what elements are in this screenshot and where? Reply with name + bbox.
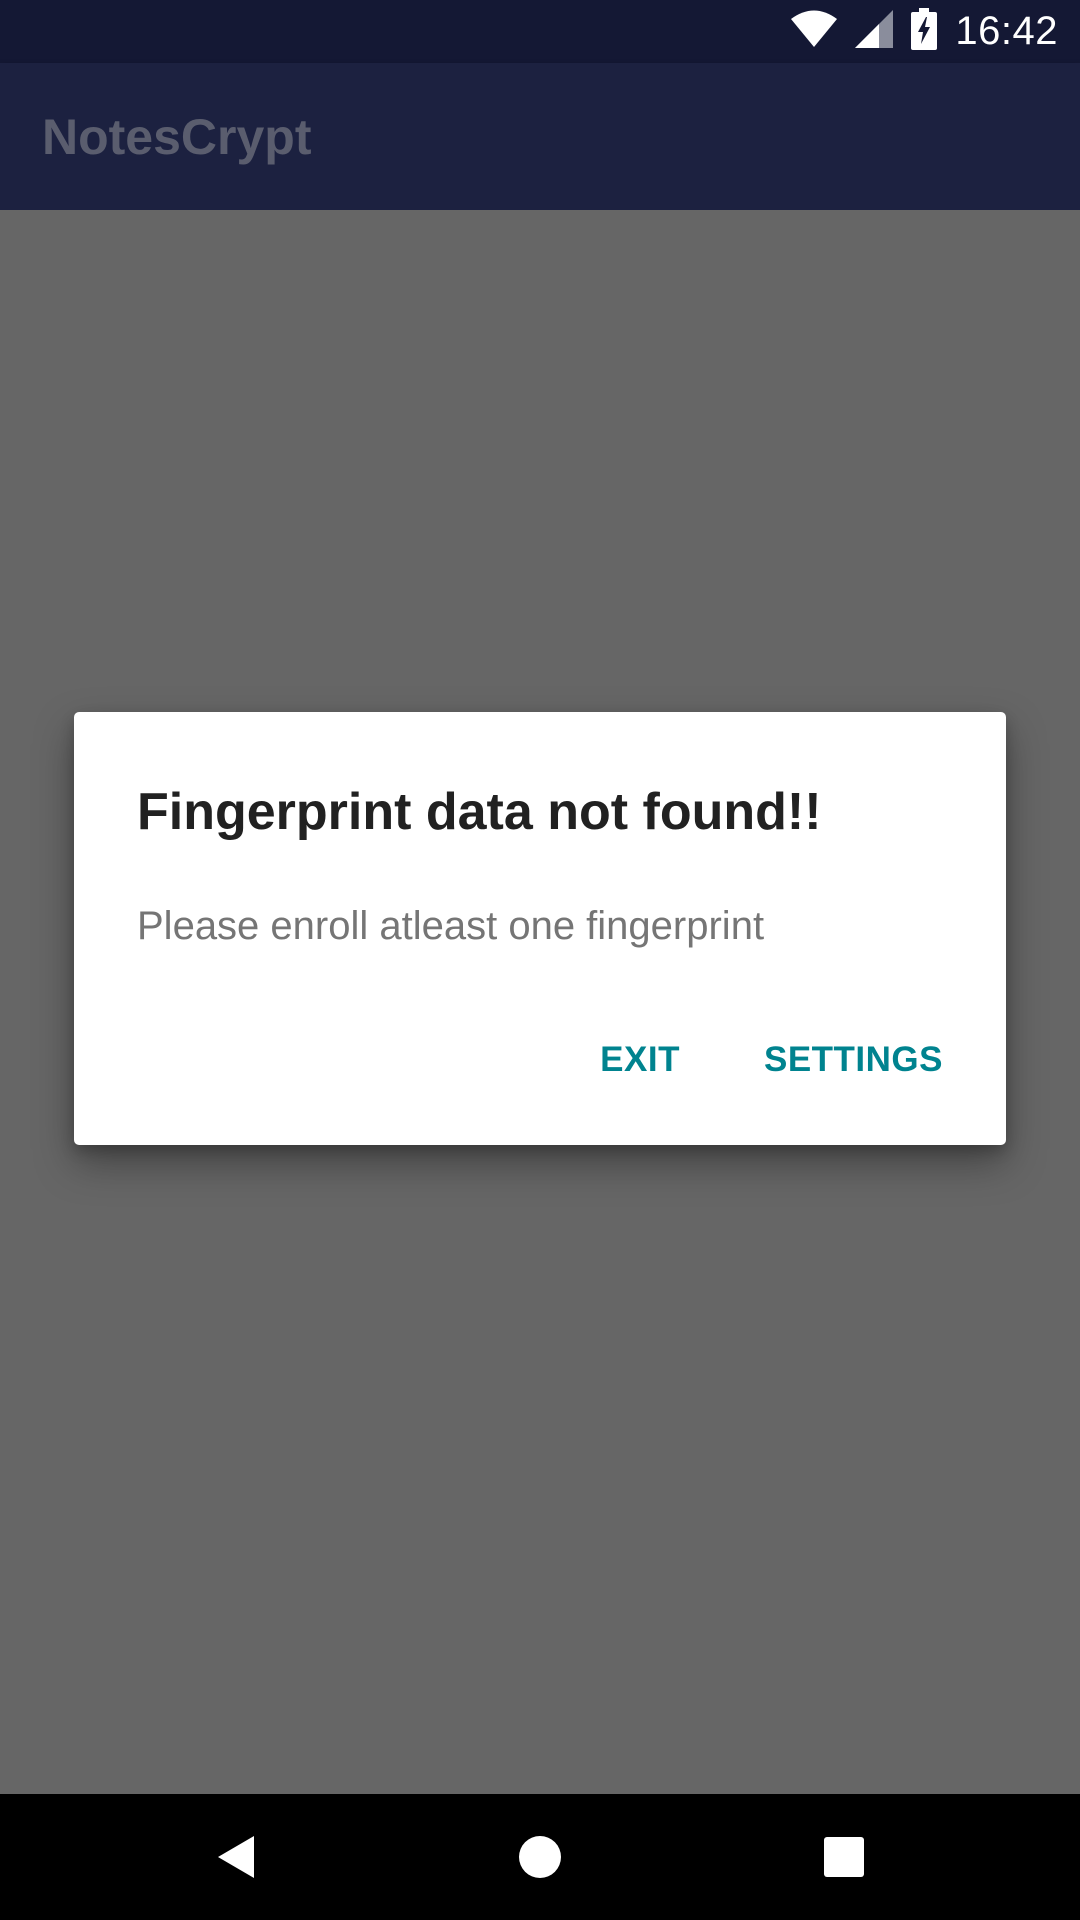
dialog-actions: EXIT SETTINGS [577,1030,966,1090]
status-bar: 16:42 [0,0,1080,63]
exit-button[interactable]: EXIT [577,1032,703,1088]
fingerprint-alert-dialog: Fingerprint data not found!! Please enro… [74,712,1006,1145]
navigation-bar [0,1794,1080,1920]
signal-icon [855,10,894,53]
app-title: NotesCrypt [42,109,312,165]
recents-icon[interactable] [811,1824,877,1890]
settings-button[interactable]: SETTINGS [741,1032,966,1088]
wifi-icon [791,10,838,53]
dialog-title: Fingerprint data not found!! [137,783,822,841]
dialog-message: Please enroll atleast one fingerprint [137,904,765,948]
status-time: 16:42 [955,9,1058,53]
home-icon[interactable] [507,1824,573,1890]
status-icons: 16:42 [791,0,1058,63]
battery-charging-icon [911,8,938,55]
screen: 16:42 NotesCrypt Fingerprint data not fo… [0,0,1080,1920]
app-bar: NotesCrypt [0,63,1080,210]
back-icon[interactable] [203,1824,269,1890]
